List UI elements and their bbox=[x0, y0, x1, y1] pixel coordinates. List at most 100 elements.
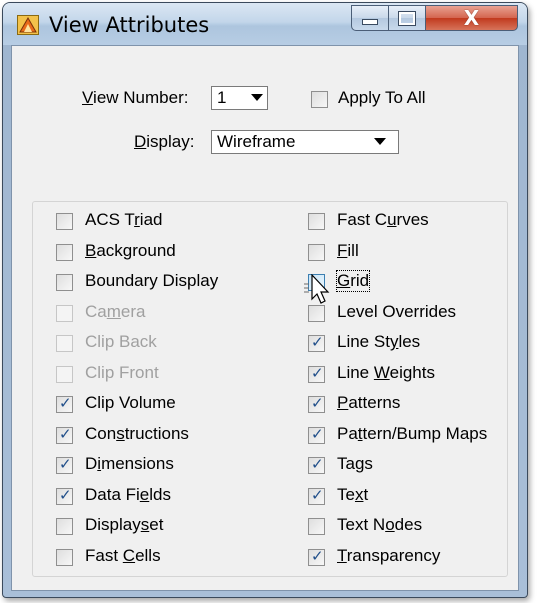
label-segment: t bbox=[363, 484, 369, 504]
label-segment: Boundary Display bbox=[85, 271, 219, 290]
view-number-dropdown[interactable]: 1 bbox=[211, 86, 268, 110]
dimensions-checkbox[interactable]: ✓ bbox=[56, 455, 73, 474]
data-fields-checkbox[interactable]: ✓ bbox=[56, 485, 73, 505]
boundary-display-checkbox[interactable] bbox=[56, 274, 73, 291]
label-segment: atterns bbox=[348, 393, 401, 412]
level-overrides-label: Level Overrides bbox=[337, 302, 456, 322]
background-label: Background bbox=[85, 241, 176, 261]
tags-label: Tags bbox=[337, 454, 373, 474]
patterns-label: Patterns bbox=[337, 393, 400, 413]
tags-checkbox[interactable]: ✓ bbox=[308, 455, 325, 474]
level-overrides-checkbox[interactable] bbox=[308, 304, 325, 322]
checkmark-icon: ✓ bbox=[311, 424, 324, 443]
label-segment: Level Overrides bbox=[337, 301, 457, 321]
label-segment: rves bbox=[396, 210, 429, 229]
clip-back-label: Clip Back bbox=[85, 332, 157, 352]
fill-checkbox[interactable] bbox=[308, 243, 325, 261]
display-dropdown[interactable]: Wireframe bbox=[211, 130, 399, 154]
checkmark-icon: ✓ bbox=[311, 485, 324, 504]
minimize-icon bbox=[362, 19, 378, 25]
transparency-label: Transparency bbox=[337, 546, 440, 566]
camera-label: Camera bbox=[85, 302, 145, 322]
label-segment: tructions bbox=[124, 423, 189, 443]
text-nodes-checkbox[interactable] bbox=[308, 518, 325, 535]
clip-front-label: Clip Front bbox=[85, 363, 159, 383]
label-segment: Clip Back bbox=[85, 332, 157, 351]
display-label: Display: bbox=[134, 132, 195, 151]
label-segment: era bbox=[120, 301, 146, 321]
acs-triad-label: ACS Triad bbox=[85, 210, 162, 230]
mouse-pointer-icon bbox=[304, 274, 330, 304]
pattern-bump-maps-checkbox[interactable]: ✓ bbox=[308, 424, 325, 444]
label-segment: Data Fi bbox=[85, 484, 140, 504]
label-segment: lds bbox=[149, 484, 171, 504]
caption-buttons: X bbox=[351, 5, 521, 33]
camera-checkbox bbox=[56, 304, 73, 322]
line-styles-label: Line Styles bbox=[337, 332, 420, 352]
label-segment: Fast C bbox=[337, 210, 388, 229]
checkmark-icon: ✓ bbox=[311, 394, 324, 412]
label-segment: Te bbox=[337, 484, 355, 504]
view-number-label: View Number: bbox=[82, 88, 189, 107]
transparency-checkbox[interactable]: ✓ bbox=[308, 547, 325, 566]
label-segment: eights bbox=[389, 362, 435, 382]
app-icon[interactable] bbox=[17, 15, 39, 35]
minimize-button[interactable] bbox=[351, 5, 389, 31]
label-segment: Con bbox=[85, 423, 117, 443]
fill-label: Fill bbox=[337, 241, 359, 261]
label-segment: m bbox=[106, 301, 121, 321]
clip-back-checkbox bbox=[56, 335, 73, 352]
acs-triad-checkbox[interactable] bbox=[56, 213, 73, 230]
constructions-checkbox[interactable]: ✓ bbox=[56, 424, 73, 444]
display-value: Wireframe bbox=[217, 132, 296, 151]
patterns-checkbox[interactable]: ✓ bbox=[308, 394, 325, 413]
chevron-down-icon bbox=[374, 138, 386, 145]
label-segment: ells bbox=[135, 545, 161, 565]
label-segment: Line bbox=[337, 362, 374, 382]
label-segment: s bbox=[140, 515, 150, 534]
close-icon: X bbox=[463, 6, 480, 30]
label-segment: ACS T bbox=[85, 210, 135, 229]
label-segment: Clip Front bbox=[85, 362, 159, 382]
apply-to-all-checkbox[interactable] bbox=[311, 91, 328, 108]
checkmark-icon: ✓ bbox=[311, 333, 324, 351]
checkmark-icon: ✓ bbox=[311, 363, 324, 382]
checkmark-icon: ✓ bbox=[59, 424, 72, 443]
data-fields-label: Data Fields bbox=[85, 485, 171, 505]
checkmark-icon: ✓ bbox=[59, 485, 72, 504]
label-segment: mensions bbox=[101, 454, 174, 473]
text-checkbox[interactable]: ✓ bbox=[308, 485, 325, 505]
clip-volume-checkbox[interactable]: ✓ bbox=[56, 394, 73, 413]
boundary-display-label: Boundary Display bbox=[85, 271, 218, 291]
label-segment: T bbox=[337, 545, 347, 565]
line-weights-checkbox[interactable]: ✓ bbox=[308, 363, 325, 383]
clip-front-checkbox bbox=[56, 365, 73, 383]
view-attributes-window: View Attributes X View Number: 1 Apply T… bbox=[2, 2, 528, 598]
label-segment: Tags bbox=[337, 454, 373, 473]
label-segment: les bbox=[398, 332, 421, 351]
fast-cells-checkbox[interactable] bbox=[56, 548, 73, 566]
label-segment: des bbox=[394, 515, 423, 534]
displayset-checkbox[interactable] bbox=[56, 518, 73, 535]
displayset-label: Displayset bbox=[85, 515, 163, 535]
chevron-down-icon bbox=[251, 94, 263, 101]
label-segment: et bbox=[149, 515, 164, 534]
label-segment: B bbox=[85, 240, 97, 260]
text-nodes-label: Text Nodes bbox=[337, 515, 422, 535]
label-segment: rid bbox=[350, 271, 370, 290]
checkmark-icon: ✓ bbox=[311, 455, 324, 473]
fast-curves-checkbox[interactable] bbox=[308, 213, 325, 230]
fast-curves-label: Fast Curves bbox=[337, 210, 429, 230]
maximize-button[interactable] bbox=[388, 5, 426, 31]
close-button[interactable]: X bbox=[425, 5, 518, 31]
label-segment: D bbox=[85, 454, 98, 473]
label-segment: G bbox=[337, 271, 351, 290]
background-checkbox[interactable] bbox=[56, 243, 73, 261]
line-styles-checkbox[interactable]: ✓ bbox=[308, 333, 325, 352]
label-segment: C bbox=[122, 545, 136, 565]
title-bar[interactable]: View Attributes X bbox=[3, 3, 527, 45]
label-segment: u bbox=[387, 210, 397, 229]
label-segment: Pa bbox=[337, 423, 358, 443]
fast-cells-label: Fast Cells bbox=[85, 546, 161, 566]
label-segment: o bbox=[385, 515, 395, 534]
